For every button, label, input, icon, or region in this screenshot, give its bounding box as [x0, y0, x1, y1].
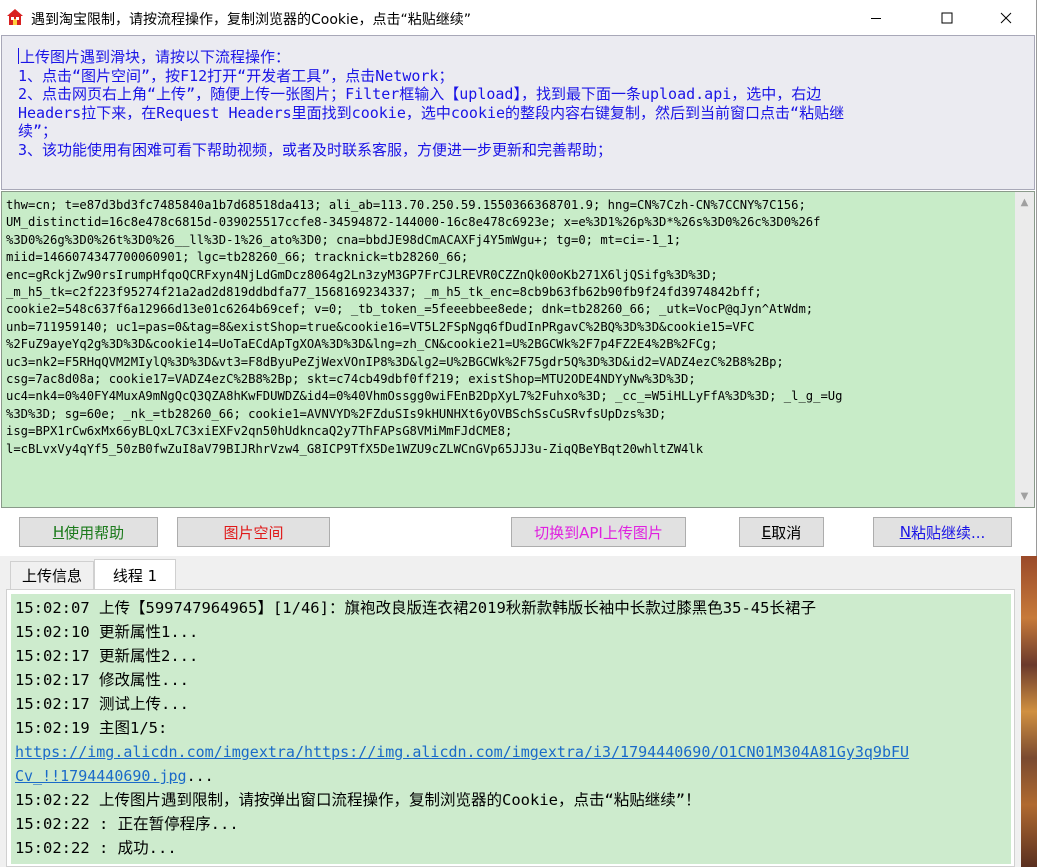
instruction-line-5: 续”；	[18, 122, 58, 140]
log-textbox[interactable]: 15:02:07 上传【599747964965】[1/46]：旗袍改良版连衣裙…	[11, 594, 1011, 864]
cookie-text: thw=cn; t=e87d3bd3fc7485840a1b7d68518da4…	[6, 198, 843, 456]
log-line: 15:02:10 更新属性1...	[15, 623, 199, 641]
instruction-line-2: 1、点击“图片空间”，按F12打开“开发者工具”，点击Network；	[18, 67, 454, 85]
close-button[interactable]	[983, 0, 1029, 35]
house-app-icon	[7, 9, 23, 25]
instruction-line-4: Headers拉下来，在Request Headers里面找到cookie，选中…	[18, 104, 845, 122]
log-line: 15:02:17 修改属性...	[15, 671, 189, 689]
instructions-panel[interactable]: 上传图片遇到滑块，请按以下流程操作： 1、点击“图片空间”，按F12打开“开发者…	[1, 35, 1035, 190]
log-window: 上传信息 线程 1 15:02:07 上传【599747964965】[1/46…	[0, 556, 1021, 867]
close-icon	[1000, 12, 1012, 23]
maximize-button[interactable]	[924, 0, 970, 35]
log-line: 15:02:17 更新属性2...	[15, 647, 199, 665]
tab-thread-1[interactable]: 线程 1	[94, 559, 176, 590]
cookie-textarea[interactable]: thw=cn; t=e87d3bd3fc7485840a1b7d68518da4…	[1, 191, 1035, 508]
minimize-icon	[871, 17, 881, 19]
background-window	[1021, 556, 1037, 867]
help-button[interactable]: H 使用帮助	[19, 517, 158, 547]
log-link-line: https://img.alicdn.com/imgextra/https://…	[15, 740, 909, 764]
instruction-line-3: 2、点击网页右上角“上传”，随便上传一张图片；Filter框输入【upload】…	[18, 85, 822, 103]
instruction-line-1: 上传图片遇到滑块，请按以下流程操作：	[20, 48, 291, 66]
minimize-button[interactable]	[853, 0, 899, 35]
instruction-line-6: 3、该功能使用有困难可看下帮助视频，或者及时联系客服，方便进一步更新和完善帮助；	[18, 141, 613, 159]
log-panel: 15:02:07 上传【599747964965】[1/46]：旗袍改良版连衣裙…	[6, 589, 1015, 867]
text-cursor	[18, 48, 19, 64]
switch-api-upload-button[interactable]: 切换到API上传图片	[511, 517, 686, 547]
picture-space-button[interactable]: 图片空间	[177, 517, 330, 547]
log-line: 15:02:22 上传图片遇到限制，请按弹出窗口流程操作，复制浏览器的Cooki…	[15, 791, 701, 809]
log-line: 15:02:17 测试上传...	[15, 695, 189, 713]
image-url-link-cont[interactable]: Cv_!!1794440690.jpg	[15, 767, 187, 785]
window-title: 遇到淘宝限制，请按流程操作，复制浏览器的Cookie，点击“粘贴继续”	[31, 12, 472, 28]
scroll-up-icon[interactable]: ▲	[1015, 194, 1034, 211]
cancel-button[interactable]: E 取消	[739, 517, 824, 547]
log-line: 15:02:19 主图1/5:	[15, 719, 168, 737]
title-bar[interactable]: 遇到淘宝限制，请按流程操作，复制浏览器的Cookie，点击“粘贴继续”	[0, 0, 1036, 35]
log-line: 15:02:22 : 正在暂停程序...	[15, 815, 239, 833]
log-line: 15:02:07 上传【599747964965】[1/46]：旗袍改良版连衣裙…	[15, 599, 816, 617]
cookie-scrollbar[interactable]: ▲ ▼	[1015, 192, 1034, 507]
image-url-link[interactable]: https://img.alicdn.com/imgextra/https://…	[15, 743, 909, 761]
paste-continue-button[interactable]: N 粘贴继续...	[873, 517, 1012, 547]
cookie-dialog: 遇到淘宝限制，请按流程操作，复制浏览器的Cookie，点击“粘贴继续” 上传图片…	[0, 0, 1037, 556]
scroll-down-icon[interactable]: ▼	[1015, 488, 1034, 505]
log-line: 15:02:22 : 成功...	[15, 839, 177, 857]
maximize-icon	[941, 12, 953, 23]
tab-upload-info[interactable]: 上传信息	[10, 561, 94, 589]
log-link-line: Cv_!!1794440690.jpg...	[15, 767, 214, 785]
